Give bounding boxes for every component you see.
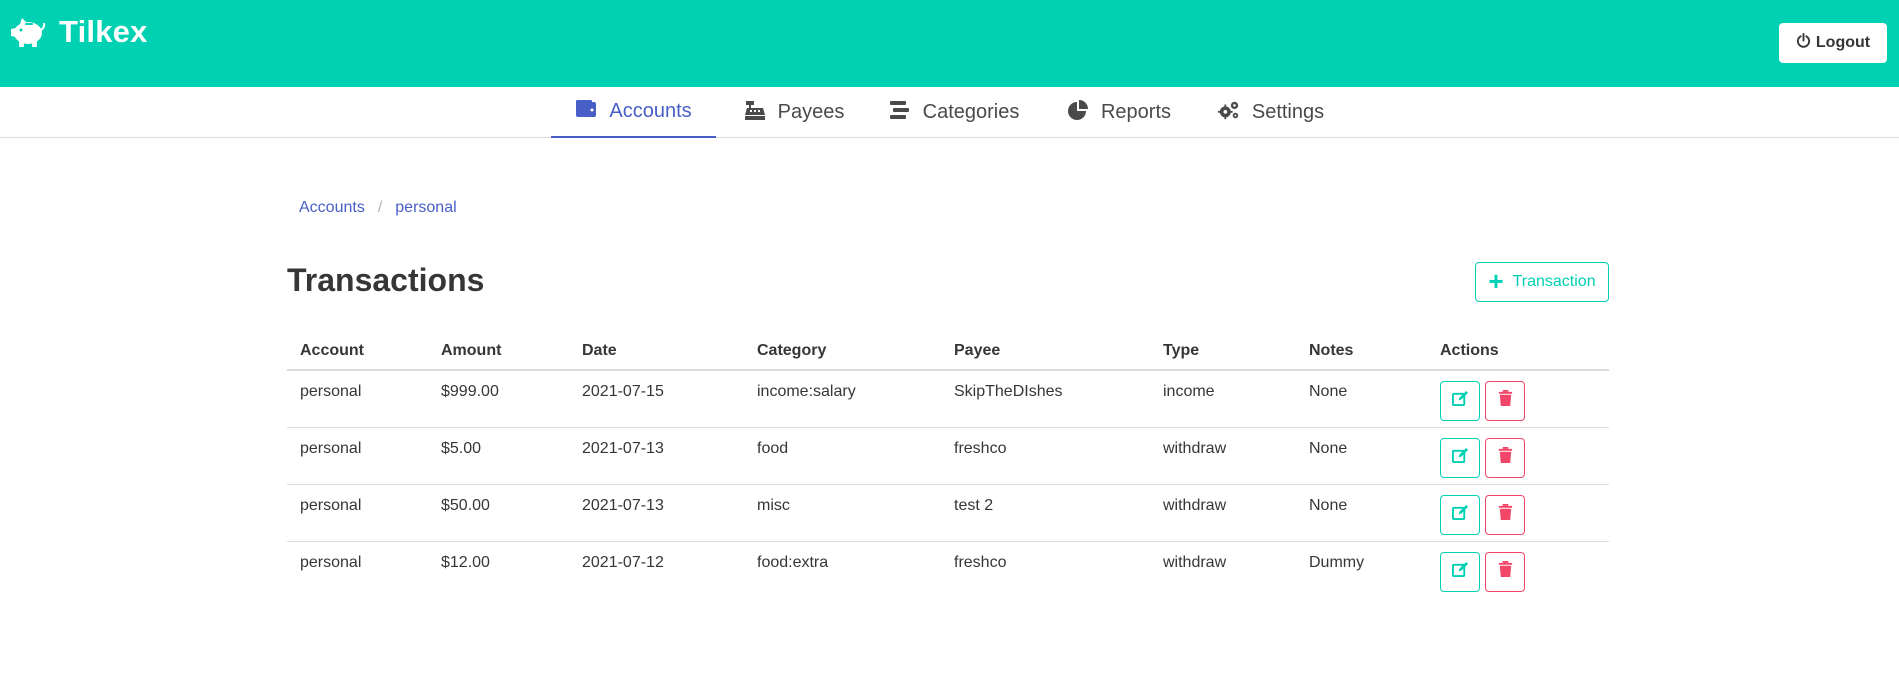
tab-label: Payees: [777, 101, 845, 123]
column-header-category: Category: [757, 342, 827, 359]
main-tabs: Accounts Payees Categories Reports Setti…: [0, 87, 1899, 138]
edit-button[interactable]: [1440, 552, 1480, 592]
cell-account: personal: [300, 383, 362, 400]
cell-type: withdraw: [1163, 440, 1227, 457]
row-actions: [1440, 552, 1530, 592]
stream-icon: [889, 99, 923, 127]
cell-payee: test 2: [954, 497, 994, 514]
edit-icon: [1451, 504, 1469, 526]
plus-icon: +: [1488, 266, 1504, 296]
cell-date: 2021-07-12: [582, 554, 664, 571]
delete-button[interactable]: [1485, 495, 1525, 535]
column-header-account: Account: [300, 342, 364, 359]
breadcrumb-accounts[interactable]: Accounts: [299, 199, 365, 217]
trash-icon: [1497, 561, 1514, 583]
row-actions: [1440, 438, 1530, 478]
tab-label: Categories: [922, 101, 1020, 123]
edit-button[interactable]: [1440, 438, 1480, 478]
app-name: Tilkex: [59, 14, 148, 49]
cell-amount: $50.00: [441, 497, 490, 514]
cell-date: 2021-07-13: [582, 497, 664, 514]
cash-register-icon: [744, 99, 778, 127]
cell-type: income: [1163, 383, 1215, 400]
table-header: Account Amount Date Category Payee Type …: [287, 334, 1609, 371]
delete-button[interactable]: [1485, 381, 1525, 421]
cell-amount: $5.00: [441, 440, 482, 457]
cell-notes: Dummy: [1309, 554, 1365, 571]
table-row: personal $5.00 2021-07-13 food freshco w…: [287, 428, 1609, 485]
cell-account: personal: [300, 440, 362, 457]
edit-button[interactable]: [1440, 495, 1480, 535]
power-icon: [1796, 33, 1816, 53]
trash-icon: [1497, 390, 1514, 412]
cell-category: food:extra: [757, 554, 829, 571]
table-row: personal $50.00 2021-07-13 misc test 2 w…: [287, 485, 1609, 542]
column-header-payee: Payee: [954, 342, 1001, 359]
tab-label: Settings: [1251, 101, 1325, 123]
cell-account: personal: [300, 497, 362, 514]
tab-accounts[interactable]: Accounts: [551, 87, 716, 138]
cell-payee: freshco: [954, 554, 1007, 571]
cell-category: food: [757, 440, 789, 457]
transactions-table: Account Amount Date Category Payee Type …: [287, 334, 1609, 599]
trash-icon: [1497, 504, 1514, 526]
logout-label: Logout: [1815, 34, 1871, 51]
cell-category: income:salary: [757, 383, 856, 400]
cell-notes: None: [1309, 383, 1348, 400]
cell-account: personal: [300, 554, 362, 571]
row-actions: [1440, 381, 1530, 421]
brand[interactable]: Tilkex: [8, 14, 148, 50]
cogs-icon: [1217, 99, 1252, 127]
breadcrumb-separator: /: [377, 199, 383, 216]
top-navbar: Tilkex Logout: [0, 0, 1899, 87]
tab-label: Accounts: [609, 100, 692, 122]
chart-pie-icon: [1067, 99, 1101, 127]
add-transaction-button[interactable]: + Transaction: [1475, 262, 1609, 302]
column-header-date: Date: [582, 342, 617, 359]
breadcrumb-personal[interactable]: personal: [395, 199, 456, 217]
page-title: Transactions: [287, 262, 485, 298]
cell-category: misc: [757, 497, 790, 514]
add-transaction-label: Transaction: [1512, 273, 1596, 290]
column-header-actions: Actions: [1440, 342, 1499, 359]
tab-payees[interactable]: Payees: [739, 87, 849, 138]
piggy-bank-icon: [8, 15, 46, 49]
cell-amount: $999.00: [441, 383, 499, 400]
cell-payee: SkipTheDIshes: [954, 383, 1063, 400]
tab-label: Reports: [1100, 101, 1172, 123]
edit-button[interactable]: [1440, 381, 1480, 421]
table-row: personal $12.00 2021-07-12 food:extra fr…: [287, 542, 1609, 599]
edit-icon: [1451, 561, 1469, 583]
delete-button[interactable]: [1485, 552, 1525, 592]
column-header-amount: Amount: [441, 342, 502, 359]
logout-button[interactable]: Logout: [1779, 23, 1887, 63]
cell-date: 2021-07-13: [582, 440, 664, 457]
cell-notes: None: [1309, 440, 1348, 457]
tab-categories[interactable]: Categories: [889, 87, 1019, 138]
tab-settings[interactable]: Settings: [1217, 87, 1325, 138]
cell-payee: freshco: [954, 440, 1007, 457]
breadcrumb: Accounts / personal: [299, 199, 457, 217]
cell-type: withdraw: [1163, 554, 1227, 571]
trash-icon: [1497, 447, 1514, 469]
wallet-icon: [575, 98, 609, 126]
table-row: personal $999.00 2021-07-15 income:salar…: [287, 371, 1609, 428]
column-header-type: Type: [1163, 342, 1200, 359]
cell-amount: $12.00: [441, 554, 490, 571]
delete-button[interactable]: [1485, 438, 1525, 478]
row-actions: [1440, 495, 1530, 535]
cell-type: withdraw: [1163, 497, 1227, 514]
column-header-notes: Notes: [1309, 342, 1354, 359]
cell-date: 2021-07-15: [582, 383, 664, 400]
edit-icon: [1451, 390, 1469, 412]
cell-notes: None: [1309, 497, 1348, 514]
tab-reports[interactable]: Reports: [1066, 87, 1172, 138]
edit-icon: [1451, 447, 1469, 469]
